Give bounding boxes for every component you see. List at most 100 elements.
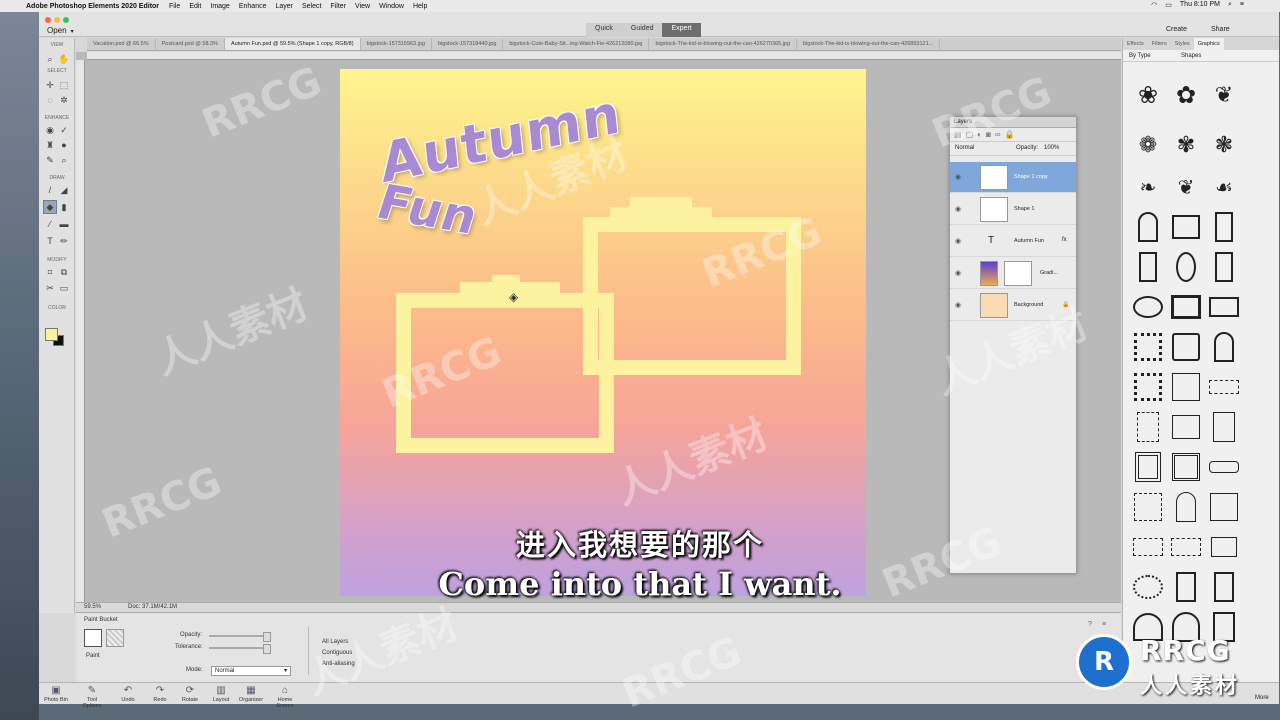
doc-tab[interactable]: Vacation.psd @ 66.5%	[87, 38, 156, 50]
adjustment-icon[interactable]: ◐	[977, 130, 986, 139]
menu-help[interactable]: Help	[413, 3, 427, 10]
graphic-ornament-shape[interactable]: ❦	[1171, 172, 1201, 202]
graphic-ornate-frame[interactable]	[1133, 452, 1163, 482]
help-icon[interactable]: ?	[1088, 621, 1092, 628]
tab-filters[interactable]: Filters	[1148, 38, 1171, 50]
eye-tool-icon[interactable]: ◉	[44, 124, 56, 136]
pattern-fill-option[interactable]	[106, 629, 124, 647]
graphic-tall-frame[interactable]	[1209, 212, 1239, 242]
visibility-eye-icon[interactable]: ◉	[955, 237, 961, 245]
battery-icon[interactable]: ▭	[1165, 1, 1172, 9]
doc-tab[interactable]: bigstock-The-kid-is-blowing-out-the-can-…	[649, 38, 797, 50]
mask-icon[interactable]: ◙	[986, 130, 995, 139]
tool-options-button[interactable]: ✎ Tool Options	[77, 685, 107, 709]
doc-tab[interactable]: bigstock-Cute-Baby-Sit...ing-Watch-Fie-4…	[503, 38, 650, 50]
menu-filter[interactable]: Filter	[330, 3, 346, 10]
tab-styles[interactable]: Styles	[1171, 38, 1194, 50]
graphic-ornate-frame[interactable]	[1171, 452, 1201, 482]
menu-image[interactable]: Image	[210, 3, 229, 10]
clock[interactable]: Thu 8:10 PM	[1180, 1, 1220, 9]
stamp-tool-icon[interactable]: ♜	[44, 139, 56, 151]
straighten-icon[interactable]: ▭	[58, 282, 70, 294]
tab-effects[interactable]: Effects	[1123, 38, 1148, 50]
magic-wand-icon[interactable]: ✲	[58, 94, 70, 106]
graphic-arch-frame[interactable]	[1209, 332, 1239, 362]
filter-by-select[interactable]: By Type	[1129, 53, 1151, 59]
graphic-wide-frame[interactable]	[1209, 292, 1239, 322]
opacity-slider[interactable]	[209, 632, 271, 642]
layer-row-background[interactable]: ◉ Background 🔒	[950, 290, 1076, 321]
layout-button[interactable]: ▥ Layout	[206, 685, 236, 703]
move-tool-icon[interactable]: ✛	[44, 79, 56, 91]
tolerance-slider[interactable]	[209, 644, 271, 654]
lock-icon[interactable]: 🔒	[1005, 130, 1019, 139]
new-group-icon[interactable]: ▢	[966, 130, 978, 139]
eyedropper-icon[interactable]: ⁄	[44, 218, 56, 230]
menu-view[interactable]: View	[355, 3, 370, 10]
app-menu[interactable]: Adobe Photoshop Elements 2020 Editor	[26, 3, 159, 10]
menu-select[interactable]: Select	[302, 3, 321, 10]
doc-tab[interactable]: bigstock-The-kid-is-blowing-out-the-can-…	[797, 38, 941, 50]
options-menu-icon[interactable]: ≡	[1102, 621, 1106, 628]
undo-button[interactable]: ↶ Undo	[113, 685, 143, 703]
foreground-color-swatch[interactable]	[45, 328, 58, 341]
type-tool-icon[interactable]: T	[44, 235, 56, 247]
graphic-square-frame-selected[interactable]	[1171, 292, 1201, 322]
minimize-window-button[interactable]	[54, 17, 60, 23]
layer-row-shape-1[interactable]: ◉ Shape 1	[950, 194, 1076, 225]
menu-icon[interactable]: ≡	[1240, 1, 1244, 9]
graphic-ornament-shape[interactable]: ❧	[1133, 172, 1163, 202]
search-icon[interactable]: ⌕	[1228, 1, 1232, 9]
graphic-crown-frame[interactable]	[1171, 212, 1201, 242]
visibility-eye-icon[interactable]: ◉	[955, 205, 961, 213]
paint-bucket-icon[interactable]: ◆	[43, 200, 57, 214]
graphic-ornament-shape[interactable]: ❁	[1133, 130, 1163, 160]
menu-edit[interactable]: Edit	[189, 3, 201, 10]
layer-opacity-value[interactable]: 100%	[1044, 145, 1059, 151]
marquee-tool-icon[interactable]: ⬚	[58, 79, 70, 91]
lasso-tool-icon[interactable]: ◌	[44, 94, 56, 106]
graphic-arch-frame[interactable]	[1171, 492, 1201, 522]
visibility-eye-icon[interactable]: ◉	[955, 173, 961, 181]
graphic-dashed-frame[interactable]	[1209, 372, 1239, 402]
menu-enhance[interactable]: Enhance	[239, 3, 267, 10]
zoom-window-button[interactable]	[63, 17, 69, 23]
spot-healing-icon[interactable]: ✓	[58, 124, 70, 136]
link-icon[interactable]: ∞	[995, 130, 1005, 139]
crop-tool-icon[interactable]: ⌗	[44, 266, 56, 278]
new-layer-icon[interactable]: ▤	[954, 130, 966, 139]
graphic-branch-shape[interactable]: ❦	[1209, 80, 1239, 110]
graphic-wide-frame[interactable]	[1209, 452, 1239, 482]
graphic-flower-shape[interactable]: ✿	[1171, 80, 1201, 110]
visibility-eye-icon[interactable]: ◉	[955, 269, 961, 277]
graphic-dashed-frame[interactable]	[1133, 412, 1163, 442]
graphic-thin-frame[interactable]	[1171, 412, 1201, 442]
close-window-button[interactable]	[45, 17, 51, 23]
zoom-level[interactable]: 59.5%	[84, 604, 101, 610]
wifi-icon[interactable]: ◠	[1151, 1, 1157, 9]
doc-tab[interactable]: bigstock-157315963.jpg	[361, 38, 432, 50]
graphic-oval-frame[interactable]	[1133, 292, 1163, 322]
graphic-oval-frame[interactable]	[1171, 252, 1201, 282]
graphic-thin-frame[interactable]	[1171, 372, 1201, 402]
graphic-ornament-shape[interactable]: ❃	[1209, 130, 1239, 160]
layers-panel-header[interactable]: Layers	[950, 117, 1076, 128]
filter-value-select[interactable]: Shapes	[1181, 53, 1201, 59]
dodge-tool-icon[interactable]: ⌕	[58, 154, 70, 166]
visibility-eye-icon[interactable]: ◉	[955, 301, 961, 309]
sponge-tool-icon[interactable]: ✎	[44, 154, 56, 166]
graphic-tall-frame[interactable]	[1209, 252, 1239, 282]
tab-graphics[interactable]: Graphics	[1193, 38, 1224, 50]
menu-file[interactable]: File	[169, 3, 180, 10]
pencil-tool-icon[interactable]: ✏	[58, 235, 70, 247]
mode-quick[interactable]: Quick	[586, 23, 622, 37]
doc-tab[interactable]: Postcard.psd @ 58.3%	[156, 38, 225, 50]
rotate-button[interactable]: ⟳ Rotate	[175, 685, 205, 703]
recompose-icon[interactable]: ⧉	[58, 266, 70, 278]
photo-bin-button[interactable]: ▣ Photo Bin	[41, 685, 71, 703]
graphic-arch-frame[interactable]	[1133, 212, 1163, 242]
hand-tool-icon[interactable]: ✋	[58, 53, 70, 65]
eraser-tool-icon[interactable]: ◢	[58, 184, 70, 196]
graphic-scalloped-frame[interactable]	[1133, 332, 1163, 362]
mode-expert[interactable]: Expert	[662, 23, 701, 37]
